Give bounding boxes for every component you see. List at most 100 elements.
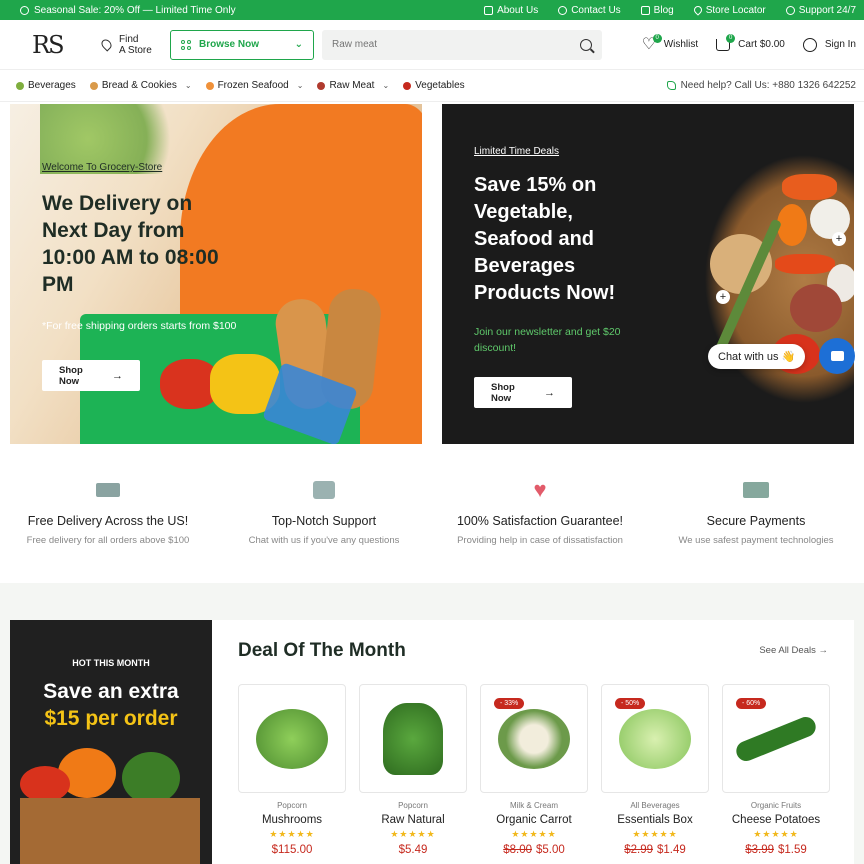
product-card[interactable]: - 33% Milk & Cream Organic Carrot ★★★★★ … (480, 684, 588, 864)
find-store[interactable]: Find A Store (99, 34, 170, 56)
browse-dropdown[interactable]: Browse Now ⌄ (170, 29, 314, 60)
rating-stars: ★★★★★ (269, 829, 315, 839)
product-price: $3.99 $1.59 (722, 844, 830, 856)
product-card[interactable]: - 60% Organic Fruits Cheese Potatoes ★★★… (722, 684, 830, 864)
hero-left-title: We Delivery on Next Day from 10:00 AM to… (42, 192, 219, 296)
deal-of-month-panel: Deal Of The Month See All Deals → Popcor… (212, 620, 854, 864)
feature-support: Top-Notch Support Chat with us if you've… (216, 478, 432, 558)
category-vegetables[interactable]: Vegetables (403, 80, 465, 91)
store-locator-link[interactable]: Store Locator (692, 4, 766, 16)
cauliflower-image (498, 708, 570, 769)
chevron-down-icon: ⌄ (294, 39, 303, 50)
heart-icon: ♥ (533, 477, 547, 502)
blog-link[interactable]: Blog (640, 5, 674, 16)
search-input[interactable] (332, 39, 580, 50)
crate-image (20, 798, 200, 864)
rating-stars: ★★★★★ (632, 829, 678, 839)
product-image-box[interactable] (238, 684, 346, 793)
product-name[interactable]: Mushrooms (238, 814, 346, 826)
hero-section: Welcome To Grocery-Store We Delivery on … (10, 104, 854, 444)
chat-label: Chat with us 👋 (718, 351, 796, 363)
product-name[interactable]: Cheese Potatoes (722, 814, 830, 826)
category-frozen-seafood[interactable]: Frozen Seafood ⌄ (205, 80, 303, 91)
sign-in-button[interactable]: Sign In (802, 37, 856, 52)
product-name[interactable]: Essentials Box (601, 814, 709, 826)
category-nav: Beverages Bread & Cookies ⌄ Frozen Seafo… (0, 70, 864, 102)
product-image-box[interactable]: - 50% (601, 684, 709, 793)
question-icon (558, 5, 568, 15)
see-all-label: See All Deals (759, 645, 816, 656)
pepper-image (777, 204, 807, 246)
about-us-link[interactable]: About Us (484, 5, 538, 16)
limited-deals-link[interactable]: Limited Time Deals (474, 146, 559, 157)
feature-subtitle: We use safest payment technologies (678, 535, 834, 546)
top-links: About Us Contact Us Blog Store Locator S… (484, 4, 856, 16)
search-bar (322, 29, 602, 60)
garlic-image (810, 199, 850, 239)
feature-satisfaction: ♥ 100% Satisfaction Guarantee! Providing… (432, 478, 648, 558)
product-image-box[interactable] (359, 684, 467, 793)
product-card[interactable]: Popcorn Raw Natural ★★★★★ $5.49 (359, 684, 467, 864)
category-label: Beverages (28, 80, 76, 91)
category-label: Raw Meat (329, 80, 375, 91)
promo-line2: $15 per order (44, 707, 178, 730)
product-card[interactable]: Popcorn Mushrooms ★★★★★ $115.00 (238, 684, 346, 864)
help-line[interactable]: Need help? Call Us: +880 1326 642252 (666, 80, 856, 91)
product-price: $8.00 $5.00 (480, 844, 588, 856)
cash-icon (743, 482, 769, 498)
arrow-right-icon: → (544, 386, 555, 399)
wishlist-label: Wishlist (663, 39, 699, 50)
search-icon[interactable] (580, 38, 592, 51)
carrot-image (775, 254, 835, 274)
site-header: RS FindA Store Browse Now ⌄ 0 Wishlist 0… (0, 20, 864, 70)
sale-icon (20, 5, 29, 15)
product-category: All Beverages (630, 801, 680, 810)
chat-icon (830, 351, 844, 361)
sign-in-label: Sign In (824, 39, 856, 50)
discount-badge: - 50% (615, 698, 646, 709)
chat-with-us-bubble[interactable]: Chat with us 👋 (708, 344, 806, 369)
contact-us-link[interactable]: Contact Us (558, 5, 621, 16)
feature-subtitle: Providing help in case of dissatisfactio… (457, 535, 623, 546)
hero-banner-delivery: Welcome To Grocery-Store We Delivery on … (10, 104, 422, 444)
hotspot-plus-icon[interactable]: + (832, 232, 846, 246)
product-image-box[interactable]: - 60% (722, 684, 830, 793)
feature-secure-payments: Secure Payments We use safest payment te… (648, 478, 864, 558)
category-bread-cookies[interactable]: Bread & Cookies ⌄ (89, 80, 192, 91)
cart-label: Cart $0.00 (738, 39, 785, 50)
product-image-box[interactable]: - 33% (480, 684, 588, 793)
see-all-deals-link[interactable]: See All Deals → (759, 645, 828, 656)
site-logo[interactable]: RS (32, 31, 102, 59)
chat-launcher-button[interactable] (819, 338, 855, 374)
hero-welcome-link[interactable]: Welcome To Grocery-Store (42, 162, 162, 173)
hotspot-plus-icon[interactable]: + (716, 290, 730, 304)
shop-now-button[interactable]: Shop Now → (474, 377, 572, 408)
newsletter-text: Join our newsletter and get $20 discount… (474, 326, 621, 354)
chevron-down-icon: ⌄ (184, 81, 192, 90)
product-category: Organic Fruits (750, 801, 802, 810)
category-raw-meat[interactable]: Raw Meat ⌄ (317, 80, 389, 91)
feature-title: 100% Satisfaction Guarantee! (456, 514, 624, 528)
rating-stars: ★★★★★ (753, 829, 799, 839)
rating-stars: ★★★★★ (511, 829, 557, 839)
cart-button[interactable]: 0 Cart $0.00 (716, 33, 785, 51)
info-icon (484, 5, 494, 15)
user-icon (802, 37, 817, 52)
category-beverages[interactable]: Beverages (16, 80, 76, 91)
wishlist-button[interactable]: 0 Wishlist (642, 33, 699, 51)
heart-icon: 0 (642, 33, 662, 51)
top-bar: Seasonal Sale: 20% Off — Limited Time On… (0, 0, 864, 20)
header-actions: 0 Wishlist 0 Cart $0.00 Sign In (642, 33, 856, 52)
product-list: Popcorn Mushrooms ★★★★★ $115.00 Popcorn … (238, 684, 830, 864)
phone-icon (666, 81, 676, 90)
promo-card[interactable]: HOT THIS MONTH Save an extra $15 per ord… (10, 620, 212, 864)
shop-now-button[interactable]: Shop Now → (42, 360, 140, 391)
cart-count-badge: 0 (726, 33, 736, 43)
product-name[interactable]: Raw Natural (359, 814, 467, 826)
feature-title: Free Delivery Across the US! (27, 514, 189, 528)
product-name[interactable]: Organic Carrot (480, 814, 588, 826)
support-link[interactable]: Support 24/7 (785, 5, 856, 16)
feature-subtitle: Free delivery for all orders above $100 (26, 535, 190, 546)
discount-badge: - 60% (736, 698, 767, 709)
product-card[interactable]: - 50% All Beverages Essentials Box ★★★★★… (601, 684, 709, 864)
